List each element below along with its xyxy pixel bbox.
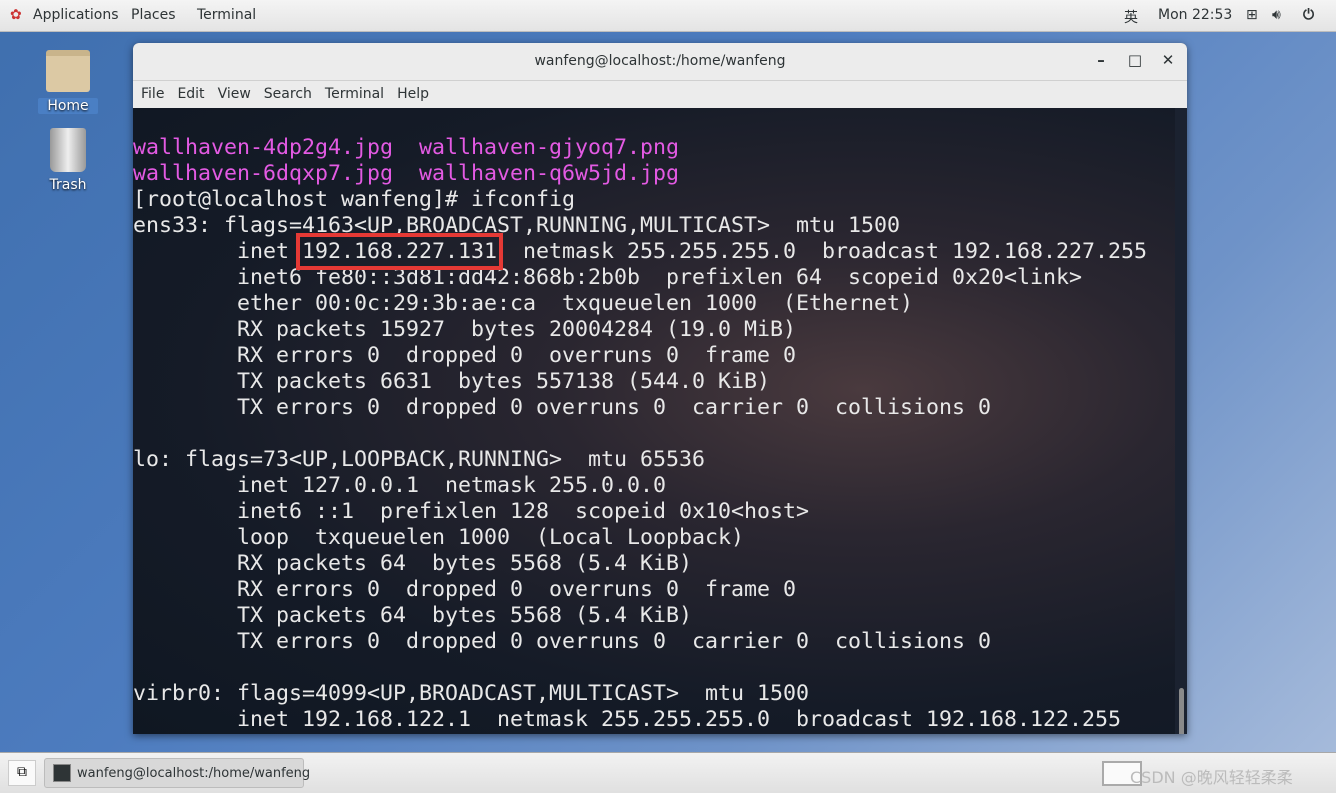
terminal-app-menu[interactable]: Terminal (197, 7, 256, 23)
output-line: ether 00:0c:29:3b:ae:ca txqueuelen 1000 … (133, 291, 914, 316)
output-line: inet 192.168.122.1 netmask 255.255.255.0… (133, 707, 1122, 732)
applications-logo-icon: ✿ (10, 7, 22, 23)
power-icon[interactable]: ⏻ (1303, 7, 1314, 23)
output-line: virbr0: flags=4099<UP,BROADCAST,MULTICAS… (133, 681, 810, 706)
window-title: wanfeng@localhost:/home/wanfeng (534, 53, 786, 69)
highlighted-ip-address: 192.168.227.131 (296, 233, 504, 270)
taskbar: ⧉ wanfeng@localhost:/home/wanfeng CSDN @… (0, 752, 1336, 793)
terminal-icon (53, 764, 71, 782)
output-line: TX packets 6631 bytes 557138 (544.0 KiB) (133, 369, 771, 394)
top-bar: ✿ Applications Places Terminal 英 Mon 22:… (0, 0, 1336, 32)
maximize-button[interactable]: □ (1124, 51, 1146, 73)
file-list-row: wallhaven-6dqxp7.jpg wallhaven-q6w5jd.jp… (133, 161, 1175, 187)
file-name: wallhaven-gjyoq7.png (419, 135, 680, 160)
inet-label: inet (133, 239, 303, 264)
menu-edit[interactable]: Edit (177, 81, 211, 108)
clock[interactable]: Mon 22:53 (1158, 7, 1232, 23)
output-line: RX packets 15927 bytes 20004284 (19.0 Mi… (133, 317, 797, 342)
watermark: CSDN @晚风轻轻柔柔 (1130, 768, 1293, 787)
file-name: wallhaven-4dp2g4.jpg (133, 135, 394, 160)
terminal-output[interactable]: wallhaven-4dp2g4.jpg wallhaven-gjyoq7.pn… (133, 108, 1175, 734)
output-line: TX packets 64 bytes 5568 (5.4 KiB) (133, 603, 693, 628)
home-label: Home (38, 98, 98, 114)
scrollbar[interactable] (1175, 108, 1187, 734)
menu-view[interactable]: View (218, 81, 258, 108)
close-button[interactable]: ✕ (1157, 51, 1179, 73)
menu-bar: File Edit View Search Terminal Help (133, 81, 1187, 108)
output-line: RX errors 0 dropped 0 overruns 0 frame 0 (133, 577, 797, 602)
scrollbar-thumb[interactable] (1179, 688, 1184, 734)
file-name: wallhaven-6dqxp7.jpg (133, 161, 394, 186)
output-line: loop txqueuelen 1000 (Local Loopback) (133, 525, 745, 550)
taskbar-terminal-button[interactable]: wanfeng@localhost:/home/wanfeng (44, 758, 310, 788)
trash-label: Trash (49, 177, 87, 193)
applications-menu[interactable]: Applications (33, 7, 119, 23)
prompt-line: [root@localhost wanfeng]# ifconfig (133, 187, 576, 212)
task-label: wanfeng@localhost:/home/wanfeng (77, 766, 311, 781)
output-line: TX errors 0 dropped 0 overruns 0 carrier… (133, 395, 992, 420)
output-line: RX errors 0 dropped 0 overruns 0 frame 0 (133, 343, 797, 368)
output-line: ether 52:54:00:b7:41:fb txqueuelen 1000 … (133, 733, 1175, 734)
desktop-home[interactable]: Home (38, 50, 98, 114)
file-name: wallhaven-q6w5jd.jpg (419, 161, 680, 186)
input-method-indicator[interactable]: 英 (1124, 7, 1138, 27)
file-list-row: wallhaven-4dp2g4.jpg wallhaven-gjyoq7.pn… (133, 135, 1175, 161)
terminal-window: wanfeng@localhost:/home/wanfeng – □ ✕ Fi… (133, 43, 1187, 734)
menu-help[interactable]: Help (397, 81, 436, 108)
output-line: inet6 ::1 prefixlen 128 scopeid 0x10<hos… (133, 499, 810, 524)
output-line: inet 192.168.227.131 netmask 255.255.255… (133, 233, 1175, 270)
output-line: lo: flags=73<UP,LOOPBACK,RUNNING> mtu 65… (133, 447, 706, 472)
menu-search[interactable]: Search (264, 81, 319, 108)
output-line: inet 127.0.0.1 netmask 255.0.0.0 (133, 473, 667, 498)
output-line: inet6 fe80::3d81:dd42:868b:2b0b prefixle… (133, 265, 1083, 290)
desktop-trash[interactable]: Trash (38, 128, 98, 193)
places-menu[interactable]: Places (131, 7, 176, 23)
show-desktop-button[interactable]: ⧉ (8, 760, 36, 786)
output-line: ens33: flags=4163<UP,BROADCAST,RUNNING,M… (133, 213, 901, 238)
home-folder-icon (46, 50, 90, 92)
menu-terminal[interactable]: Terminal (325, 81, 391, 108)
title-bar[interactable]: wanfeng@localhost:/home/wanfeng – □ ✕ (133, 43, 1187, 81)
minimize-button[interactable]: – (1090, 51, 1112, 73)
output-line: RX packets 64 bytes 5568 (5.4 KiB) (133, 551, 693, 576)
output-line: TX errors 0 dropped 0 overruns 0 carrier… (133, 629, 992, 654)
menu-file[interactable]: File (141, 81, 171, 108)
trash-icon (50, 128, 86, 172)
inet-details: netmask 255.255.255.0 broadcast 192.168.… (497, 239, 1148, 264)
network-icon[interactable]: ⊞ (1246, 7, 1258, 23)
volume-icon[interactable]: 🔊︎ (1272, 7, 1281, 23)
